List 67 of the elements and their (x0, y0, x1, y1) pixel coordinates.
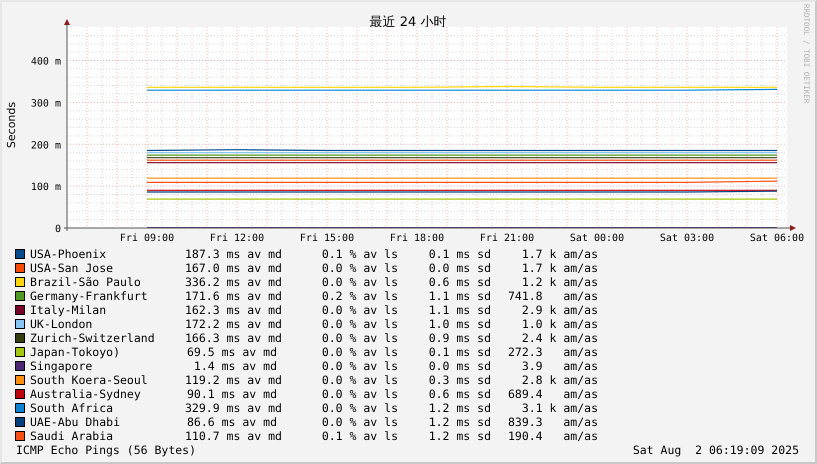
deviation-value: 0.6 ms sd (428, 387, 491, 401)
loss-value: 0.0 % av ls (320, 359, 398, 373)
deviation-value: 0.0 ms sd (428, 261, 491, 275)
y-tick-label: 200 m (30, 140, 61, 152)
x-tick-label: Fri 18:00 (390, 233, 444, 244)
rate-value: 190.4 am/as (506, 429, 598, 443)
legend-label: Singapore (30, 359, 94, 373)
x-tick-label: Fri 09:00 (120, 233, 174, 244)
x-tick-label: Sat 03:00 (660, 233, 714, 244)
legend-label: Australia-Sydney (30, 387, 142, 401)
rate-value: 2.9 k am/as (520, 303, 598, 317)
legend-label: Japan-Tokoyo) (30, 345, 122, 359)
legend-label: USA-San Jose (30, 261, 114, 275)
rate-value: 689.4 am/as (506, 387, 598, 401)
timestamp: Sat Aug 2 06:19:09 2025 (632, 443, 799, 457)
legend-label: Brazil-São Paulo (30, 275, 142, 289)
rate-value: 2.4 k am/as (520, 331, 598, 345)
rate-value: 1.0 k am/as (520, 317, 598, 331)
legend-label: UAE-Abu Dhabi (30, 415, 122, 429)
median-value: 86.6 ms av md (186, 415, 277, 429)
y-tick-label: 0 (54, 224, 61, 235)
x-tick-label: Sat 00:00 (570, 233, 624, 244)
legend-label: Germany-Frankfurt (30, 289, 149, 303)
deviation-value: 1.2 ms sd (428, 415, 491, 429)
legend-label: Zurich-Switzerland (30, 331, 156, 345)
rate-value: 839.3 am/as (506, 415, 598, 429)
deviation-value: 1.1 ms sd (428, 303, 491, 317)
chart-title: 最近 24 小时 (370, 15, 446, 30)
y-tick-label: 300 m (30, 98, 61, 110)
legend-label: South Koera-Seoul (30, 373, 149, 387)
y-tick-label: 400 m (30, 56, 61, 68)
legend-label: Saudi Arabia (30, 429, 114, 443)
y-tick-label: 100 m (30, 182, 61, 194)
rate-value: 2.8 k am/as (520, 373, 598, 387)
legend-label: South Africa (30, 401, 114, 415)
loss-value: 0.0 % av ls (320, 415, 398, 429)
rate-value: 741.8 am/as (506, 289, 598, 303)
loss-value: 0.0 % av ls (320, 387, 398, 401)
rate-value: 3.9 am/as (520, 359, 598, 373)
median-value: 1.4 ms av md (192, 359, 277, 373)
median-value: 90.1 ms av md (186, 387, 277, 401)
loss-value: 0.0 % av ls (320, 345, 398, 359)
x-tick-label: Fri 15:00 (300, 233, 354, 244)
legend-label: USA-Phoenix (30, 247, 108, 261)
deviation-value: 0.0 ms sd (428, 359, 491, 373)
rate-value: 1.2 k am/as (520, 275, 598, 289)
x-tick-label: Fri 21:00 (480, 233, 534, 244)
median-value: 69.5 ms av md (186, 345, 277, 359)
deviation-value: 1.2 ms sd (428, 401, 491, 415)
axis-title: Seconds (5, 102, 18, 148)
x-tick-label: Fri 12:00 (210, 233, 264, 244)
deviation-value: 0.6 ms sd (428, 275, 491, 289)
deviation-value: 0.3 ms sd (428, 373, 491, 387)
rate-value: 3.1 k am/as (520, 401, 598, 415)
legend-label: Italy-Milan (30, 303, 108, 317)
rate-value: 1.7 k am/as (520, 261, 598, 275)
deviation-value: 0.1 ms sd (428, 247, 491, 261)
deviation-value: 0.1 ms sd (428, 345, 491, 359)
probe-label: ICMP Echo Pings (56 Bytes) (16, 443, 196, 457)
x-tick-label: Sat 06:00 (750, 233, 804, 244)
deviation-value: 1.0 ms sd (428, 317, 491, 331)
deviation-value: 0.9 ms sd (428, 331, 491, 345)
deviation-value: 1.2 ms sd (428, 429, 491, 443)
deviation-value: 1.1 ms sd (428, 289, 491, 303)
rate-value: 272.3 am/as (506, 345, 598, 359)
legend-label: UK-London (30, 317, 94, 331)
rate-value: 1.7 k am/as (520, 247, 598, 261)
